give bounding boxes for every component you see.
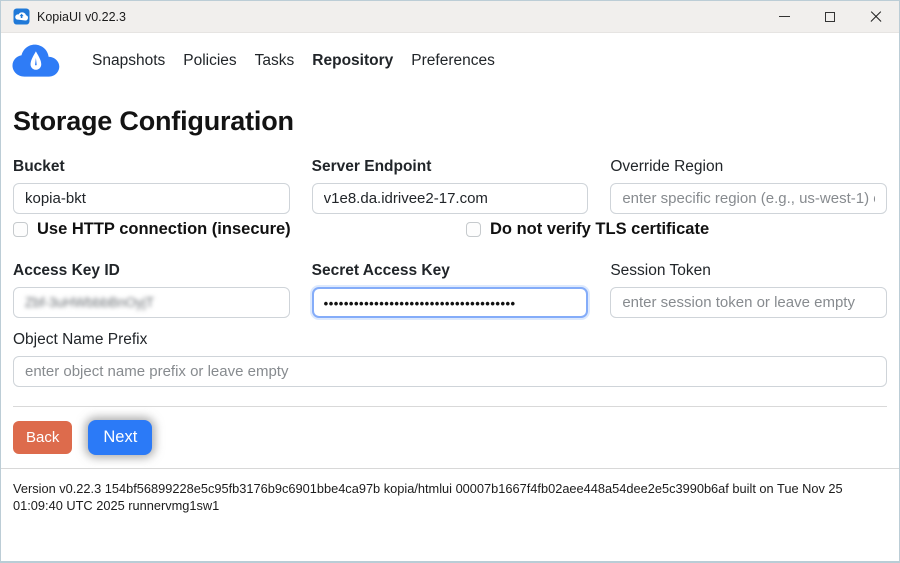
nav-item-policies[interactable]: Policies: [174, 46, 245, 76]
object-prefix-input[interactable]: [13, 356, 887, 387]
object-prefix-field: Object Name Prefix: [13, 331, 887, 387]
titlebar: KopiaUI v0.22.3: [1, 1, 899, 33]
bucket-input[interactable]: [13, 183, 290, 214]
use-http-checkbox-label[interactable]: Use HTTP connection (insecure): [37, 220, 291, 239]
override-region-input[interactable]: [610, 183, 887, 214]
kopia-cloud-logo-icon[interactable]: [11, 42, 63, 80]
object-prefix-label: Object Name Prefix: [13, 331, 887, 349]
button-row: Back Next: [13, 420, 887, 455]
use-http-checkbox-group: Use HTTP connection (insecure): [13, 220, 291, 239]
window-title: KopiaUI v0.22.3: [37, 10, 126, 24]
secret-key-input[interactable]: ••••••••••••••••••••••••••••••••••••••: [312, 287, 589, 318]
override-region-field: Override Region: [610, 158, 887, 214]
session-token-label: Session Token: [610, 262, 887, 280]
maximize-icon: [825, 12, 835, 22]
maximize-button[interactable]: [807, 1, 853, 32]
use-http-checkbox[interactable]: [13, 222, 28, 237]
session-token-field: Session Token: [610, 262, 887, 318]
kopiaui-window: KopiaUI v0.22.3 Snapshots Policies Tasks…: [0, 0, 900, 563]
app-icon: [13, 8, 30, 25]
no-verify-tls-checkbox[interactable]: [466, 222, 481, 237]
session-token-input[interactable]: [610, 287, 887, 318]
button-divider: [13, 406, 887, 407]
bucket-label: Bucket: [13, 158, 290, 176]
server-endpoint-input[interactable]: [312, 183, 589, 214]
server-endpoint-field: Server Endpoint: [312, 158, 589, 214]
nav-item-tasks[interactable]: Tasks: [246, 46, 304, 76]
secret-key-field: Secret Access Key ••••••••••••••••••••••…: [312, 262, 589, 318]
navbar: Snapshots Policies Tasks Repository Pref…: [1, 33, 899, 88]
nav-item-snapshots[interactable]: Snapshots: [83, 46, 174, 76]
version-text: Version v0.22.3 154bf56899228e5c95fb3176…: [13, 481, 843, 513]
minimize-button[interactable]: [761, 1, 807, 32]
secret-key-label: Secret Access Key: [312, 262, 589, 280]
bucket-field: Bucket: [13, 158, 290, 214]
back-button[interactable]: Back: [13, 421, 72, 454]
access-key-label: Access Key ID: [13, 262, 290, 280]
checkbox-row: Use HTTP connection (insecure) Do not ve…: [13, 220, 887, 246]
no-verify-tls-checkbox-group: Do not verify TLS certificate: [466, 220, 709, 239]
nav-item-repository[interactable]: Repository: [303, 46, 402, 76]
no-verify-tls-checkbox-label[interactable]: Do not verify TLS certificate: [490, 220, 709, 239]
close-icon: [870, 11, 882, 23]
minimize-icon: [779, 16, 790, 17]
nav-item-preferences[interactable]: Preferences: [402, 46, 504, 76]
access-key-input[interactable]: Zbf-3uHWbbbBnOyjT: [13, 287, 290, 318]
storage-configuration-panel: Storage Configuration Bucket Server Endp…: [1, 88, 899, 468]
access-key-field: Access Key ID Zbf-3uHWbbbBnOyjT: [13, 262, 290, 318]
override-region-label: Override Region: [610, 158, 887, 176]
access-key-redacted-value: Zbf-3uHWbbbBnOyjT: [25, 295, 154, 310]
close-button[interactable]: [853, 1, 899, 32]
next-button[interactable]: Next: [88, 420, 152, 455]
secret-key-masked-value: ••••••••••••••••••••••••••••••••••••••: [324, 296, 516, 311]
page-title: Storage Configuration: [13, 106, 887, 137]
version-footer: Version v0.22.3 154bf56899228e5c95fb3176…: [1, 468, 899, 561]
server-endpoint-label: Server Endpoint: [312, 158, 589, 176]
